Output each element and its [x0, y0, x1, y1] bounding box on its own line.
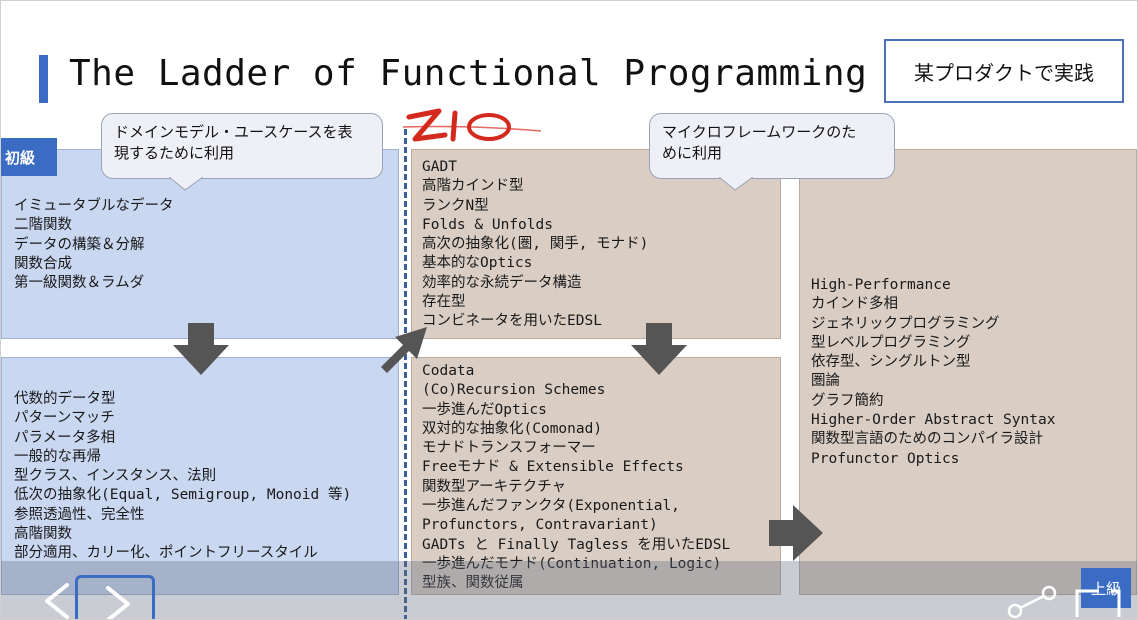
share-icon[interactable] — [1007, 585, 1057, 620]
zio-logo — [402, 108, 542, 142]
callout-tail — [719, 177, 753, 191]
down-arrow-icon — [173, 323, 229, 375]
title-accent-bar — [39, 55, 48, 103]
list-item: グラフ簡約 — [811, 392, 884, 409]
list-item: 一歩進んだOptics — [422, 401, 547, 418]
intermediate-top-list: GADT 高階カインド型 ランクN型 Folds & Unfolds 高次の抽象化(圏,… — [422, 158, 648, 332]
beginner-bottom-list: 代数的データ型 パターンマッチ パラメータ多相 一般的な再帰型クラス、インスタンス、法… — [14, 390, 351, 564]
callout-domain-model: ドメインモデル・ユースケースを表 現するために利用 — [101, 113, 383, 179]
list-item: Profunctor Optics — [811, 450, 960, 467]
list-item: GADTs と Finally Tagless を用いたEDSL — [422, 536, 731, 553]
slide: The Ladder of Functional Programming 某プロ… — [0, 0, 1138, 620]
list-item: 第一級関数＆ラムダ — [14, 275, 145, 292]
list-item: 関数型言語のためのコンパイラ設計 — [811, 431, 1043, 448]
list-item: 存在型 — [422, 294, 466, 311]
list-item: 低次の抽象化(Equal, Semigroup, Monoid 等) — [14, 487, 352, 504]
callout-tail — [169, 177, 203, 191]
right-arrow-icon — [769, 505, 823, 561]
fullscreen-corner-icon[interactable] — [1073, 585, 1121, 620]
list-item: Profunctors, Contravariant) — [422, 517, 658, 534]
list-item: 二階関数 — [14, 217, 72, 234]
intermediate-bottom-list: Codata (Co)Recursion Schemes 一歩進んだOptics 双対… — [422, 362, 730, 594]
list-item: モナドトランスフォーマー — [422, 440, 596, 457]
next-slide-button[interactable] — [75, 575, 155, 619]
intermediate-bottom-panel: Codata (Co)Recursion Schemes 一歩進んだOptics 双対… — [411, 357, 781, 595]
list-item: (Co)Recursion Schemes — [422, 382, 606, 399]
beginner-bottom-panel: 代数的データ型 パターンマッチ パラメータ多相 一般的な再帰型クラス、インスタンス、法… — [1, 357, 399, 595]
list-item: ジェネリックプログラミング — [811, 315, 1000, 332]
list-item: 参照透過性、完全性 — [14, 506, 145, 523]
list-item: 型クラス、インスタンス、法則 — [14, 468, 217, 485]
callout-line-1: ドメインモデル・ユースケースを表 — [114, 123, 353, 141]
list-item: 基本的なOptics — [422, 255, 533, 272]
callout-line-2: 現するために利用 — [114, 144, 235, 162]
advanced-panel: High-Performance カインド多相ジェネリックプログラミング 型レベルプ… — [799, 149, 1137, 595]
list-item: 高階カインド型 — [422, 178, 524, 195]
list-item: 関数合成 — [14, 255, 72, 272]
callout-micro-framework: マイクロフレームワークのた めに利用 — [649, 113, 895, 179]
list-item: GADT — [422, 159, 457, 175]
slide-title: The Ladder of Functional Programming — [69, 53, 868, 94]
list-item: ランクN型 — [422, 197, 489, 214]
callout-line-1: マイクロフレームワークのた — [662, 123, 857, 141]
list-item: Freeモナド & Extensible Effects — [422, 459, 684, 476]
list-item: 圏論 — [811, 373, 840, 390]
advanced-list: High-Performance カインド多相ジェネリックプログラミング 型レベルプ… — [811, 276, 1055, 469]
list-item: Folds & Unfolds — [422, 216, 553, 233]
list-item: データの構築＆分解 — [14, 236, 145, 253]
list-item: 高階関数 — [14, 526, 72, 543]
callout-line-2: めに利用 — [662, 144, 723, 162]
diagonal-arrow-icon — [381, 327, 427, 373]
down-arrow-icon — [631, 323, 687, 375]
list-item: 型レベルプログラミング — [811, 334, 971, 351]
list-item: 依存型、シングルトン型 — [811, 354, 971, 371]
list-item: カインド多相 — [811, 296, 898, 313]
list-item: パターンマッチ — [14, 410, 115, 427]
list-item: 一歩進んだファンクタ(Exponential, — [422, 498, 680, 515]
beginner-level-tag: 初級 — [1, 138, 57, 176]
chevron-left-icon[interactable] — [39, 583, 73, 619]
list-item: 一般的な再帰 — [14, 448, 101, 465]
list-item: イミュータブルなデータ — [14, 198, 174, 214]
list-item: 代数的データ型 — [14, 391, 116, 407]
list-item: 高次の抽象化(圏, 関手, モナド) — [422, 236, 649, 253]
player-control-bar — [1, 561, 1137, 619]
beginner-top-list: イミュータブルなデータ 二階関数データの構築＆分解 関数合成第一級関数＆ラムダ — [14, 197, 174, 293]
list-item: Higher-Order Abstract Syntax — [811, 412, 1056, 429]
list-item: コンビネータを用いたEDSL — [422, 313, 602, 330]
list-item: High-Performance — [811, 277, 951, 293]
list-item: パラメータ多相 — [14, 429, 116, 446]
list-item: 関数型アーキテクチャ — [422, 478, 566, 495]
list-item: 効率的な永続データ構造 — [422, 274, 582, 291]
practice-box: 某プロダクトで実践 — [884, 39, 1124, 103]
list-item: 双対的な抽象化(Comonad) — [422, 420, 603, 437]
chevron-right-icon — [106, 586, 130, 619]
